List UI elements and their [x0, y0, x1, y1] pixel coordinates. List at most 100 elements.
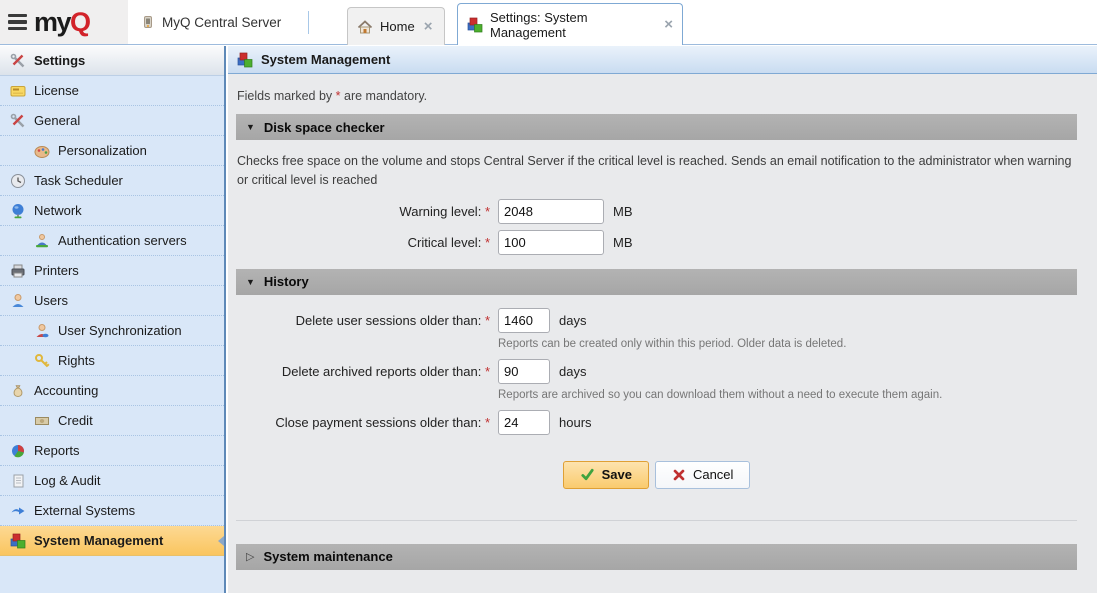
- sidebar-item-external-systems[interactable]: External Systems: [0, 496, 224, 526]
- cancel-button[interactable]: Cancel: [655, 461, 750, 489]
- palette-icon: [34, 143, 50, 159]
- server-device-icon: [140, 14, 156, 30]
- sidebar-item-label: Task Scheduler: [34, 173, 123, 188]
- delete-user-sessions-label: Delete user sessions older than: *: [236, 313, 490, 328]
- sidebar-item-label: Reports: [34, 443, 80, 458]
- sidebar-item-reports[interactable]: Reports: [0, 436, 224, 466]
- section-title: Disk space checker: [264, 120, 385, 135]
- section-header-disk-space-checker[interactable]: ▼ Disk space checker: [236, 114, 1077, 140]
- page-title: System Management: [261, 52, 390, 67]
- close-tab-icon[interactable]: ×: [664, 16, 673, 33]
- disk-checker-description: Checks free space on the volume and stop…: [237, 152, 1077, 191]
- cancel-label: Cancel: [693, 467, 733, 482]
- page-title-bar: System Management: [228, 46, 1097, 74]
- delete-user-sessions-input[interactable]: [498, 308, 550, 333]
- save-button[interactable]: Save: [563, 461, 649, 489]
- sidebar-item-label: Network: [34, 203, 82, 218]
- top-bar: myQ MyQ Central Server Home × Settings: …: [0, 0, 1097, 45]
- critical-level-row: Critical level: * MB: [236, 230, 1077, 255]
- sidebar-item-label: General: [34, 113, 80, 128]
- sidebar-item-task-scheduler[interactable]: Task Scheduler: [0, 166, 224, 196]
- printer-icon: [10, 263, 26, 279]
- warning-level-label: Warning level: *: [236, 204, 490, 219]
- delete-user-sessions-help: Reports can be created only within this …: [498, 338, 1077, 350]
- sidebar-item-label: Log & Audit: [34, 473, 101, 488]
- sidebar-item-label: Credit: [58, 413, 93, 428]
- globe-icon: [10, 203, 26, 219]
- log-icon: [10, 473, 26, 489]
- sidebar-item-general[interactable]: General: [0, 106, 224, 136]
- delete-archived-reports-row: Delete archived reports older than: * da…: [236, 359, 1077, 384]
- unit-label: MB: [613, 235, 633, 250]
- sidebar-item-personalization[interactable]: Personalization: [0, 136, 224, 166]
- sidebar-item-authentication-servers[interactable]: Authentication servers: [0, 226, 224, 256]
- cancel-x-icon: [672, 468, 686, 482]
- banknote-icon: [34, 413, 50, 429]
- clock-icon: [10, 173, 26, 189]
- blocks-icon: [10, 533, 26, 549]
- delete-user-sessions-row: Delete user sessions older than: * days: [236, 308, 1077, 333]
- tab-label: Settings: System Management: [490, 10, 655, 40]
- warning-level-input[interactable]: [498, 199, 604, 224]
- section-title: History: [264, 274, 309, 289]
- unit-label: MB: [613, 204, 633, 219]
- sidebar-item-label: Printers: [34, 263, 79, 278]
- unit-label: days: [559, 313, 586, 328]
- section-header-system-maintenance[interactable]: ▷ System maintenance: [236, 544, 1077, 570]
- license-icon: [10, 83, 26, 99]
- sidebar-item-users[interactable]: Users: [0, 286, 224, 316]
- app-menu-button[interactable]: myQ: [0, 0, 128, 44]
- tab-home[interactable]: Home ×: [347, 7, 445, 45]
- unit-label: hours: [559, 415, 592, 430]
- unit-label: days: [559, 364, 586, 379]
- delete-archived-reports-help: Reports are archived so you can download…: [498, 389, 1077, 401]
- settings-sidebar: Settings License General Personalization…: [0, 46, 226, 593]
- section-divider: [236, 520, 1077, 521]
- mandatory-note: Fields marked by * are mandatory.: [237, 89, 1077, 103]
- server-name: MyQ Central Server: [140, 0, 281, 44]
- collapse-expanded-icon: ▼: [246, 122, 255, 132]
- delete-archived-reports-input[interactable]: [498, 359, 550, 384]
- check-icon: [580, 467, 595, 482]
- sidebar-item-label: Users: [34, 293, 68, 308]
- button-row: Save Cancel: [236, 461, 1077, 489]
- section-header-history[interactable]: ▼ History: [236, 269, 1077, 295]
- moneybag-icon: [10, 383, 26, 399]
- sidebar-item-label: Personalization: [58, 143, 147, 158]
- sidebar-item-network[interactable]: Network: [0, 196, 224, 226]
- sidebar-item-user-synchronization[interactable]: User Synchronization: [0, 316, 224, 346]
- server-name-label: MyQ Central Server: [162, 15, 281, 30]
- sidebar-item-label: Accounting: [34, 383, 98, 398]
- sidebar-item-credit[interactable]: Credit: [0, 406, 224, 436]
- close-tab-icon[interactable]: ×: [424, 18, 433, 35]
- sidebar-item-label: System Management: [34, 533, 163, 548]
- myq-logo: myQ: [34, 9, 90, 36]
- piechart-icon: [10, 443, 26, 459]
- sidebar-item-license[interactable]: License: [0, 76, 224, 106]
- close-payment-sessions-row: Close payment sessions older than: * hou…: [236, 410, 1077, 435]
- sidebar-item-label: External Systems: [34, 503, 135, 518]
- critical-level-input[interactable]: [498, 230, 604, 255]
- blocks-icon: [237, 52, 253, 68]
- tab-settings-system-management[interactable]: Settings: System Management ×: [457, 3, 683, 45]
- collapse-expanded-icon: ▼: [246, 277, 255, 287]
- topbar-divider: [308, 11, 309, 34]
- sidebar-item-log-audit[interactable]: Log & Audit: [0, 466, 224, 496]
- key-icon: [34, 353, 50, 369]
- collapse-collapsed-icon: ▷: [246, 550, 254, 563]
- sidebar-item-rights[interactable]: Rights: [0, 346, 224, 376]
- blocks-icon: [467, 17, 483, 33]
- close-payment-sessions-label: Close payment sessions older than: *: [236, 415, 490, 430]
- sidebar-item-system-management[interactable]: System Management: [0, 526, 224, 556]
- warning-level-row: Warning level: * MB: [236, 199, 1077, 224]
- sidebar-item-accounting[interactable]: Accounting: [0, 376, 224, 406]
- main-panel: System Management Fields marked by * are…: [228, 46, 1097, 593]
- close-payment-sessions-input[interactable]: [498, 410, 550, 435]
- user-icon: [10, 293, 26, 309]
- hamburger-menu-icon[interactable]: [8, 14, 27, 31]
- sidebar-item-printers[interactable]: Printers: [0, 256, 224, 286]
- sidebar-item-label: User Synchronization: [58, 323, 182, 338]
- sidebar-item-label: Authentication servers: [58, 233, 187, 248]
- sidebar-header-settings: Settings: [0, 46, 224, 76]
- sidebar-item-label: License: [34, 83, 79, 98]
